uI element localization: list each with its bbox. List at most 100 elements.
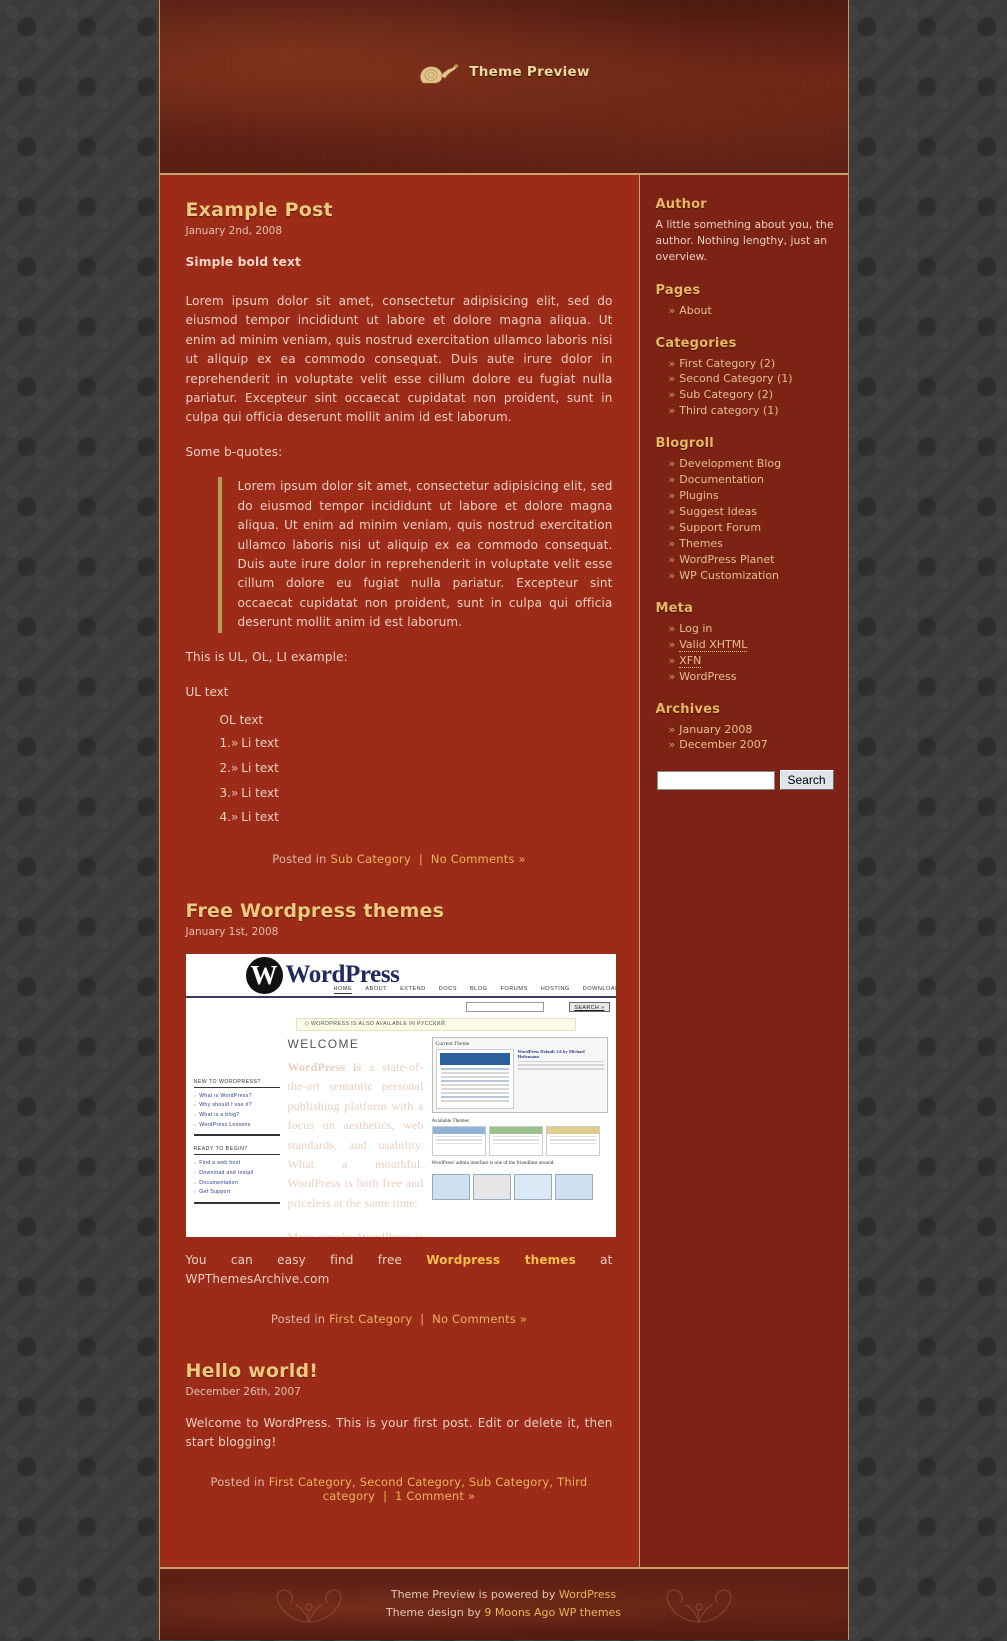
wp-new-heading: NEW TO WORDPRESS? [193, 1079, 280, 1088]
blogroll-link[interactable]: Support Forum [679, 521, 761, 534]
li-marker-icon: » [230, 760, 239, 775]
meta-link-xfn[interactable]: XFN [679, 653, 702, 668]
wp-current-theme-box: Current Theme WordPress Default 1.6 by M… [431, 1036, 608, 1113]
post2-paragraph: You can easy find free Wordpress themes … [186, 1251, 613, 1290]
blogroll-link[interactable]: Documentation [679, 473, 764, 486]
footer-line-1: Theme Preview is powered by WordPress [386, 1586, 621, 1604]
blogroll-link[interactable]: Plugins [679, 489, 718, 502]
wp-mini-screen [513, 1173, 552, 1200]
li-item: 2.» Li text [220, 756, 613, 781]
post-title[interactable]: Example Post [186, 199, 613, 221]
categories-list: » First Category (2) » Second Category (1)… [656, 356, 834, 420]
blockquote-text: Lorem ipsum dolor sit amet, consectetur … [237, 479, 613, 630]
category-link[interactable]: Sub Category [679, 388, 754, 401]
wp-nav-item: ABOUT [365, 985, 388, 992]
category-count: (1) [762, 404, 779, 418]
author-description: A little something about you, the author… [655, 218, 834, 264]
li-number: 4. [219, 810, 231, 825]
post-blockquote: Lorem ipsum dolor sit amet, consectetur … [217, 477, 613, 633]
blogroll-link[interactable]: WordPress Planet [679, 553, 774, 566]
bullet-icon: » [668, 722, 676, 736]
meta-comments-link[interactable]: No Comments » [432, 1312, 527, 1326]
blogroll-link[interactable]: Themes [679, 537, 723, 550]
meta-separator: | [383, 1488, 388, 1503]
category-link[interactable]: First Category [679, 357, 756, 370]
list-item: » Themes [669, 536, 834, 552]
wp-screenshot-strip [431, 1173, 608, 1200]
site-header: Theme Preview [159, 0, 848, 174]
wp-link: What is a blog? [194, 1111, 280, 1121]
wp-theme-description: WordPress Default 1.6 by Michael Heilema… [517, 1049, 604, 1109]
blogroll-link[interactable]: WP Customization [679, 569, 779, 582]
wp-lead: WordPress is [287, 1059, 362, 1074]
post-date: January 1st, 2008 [185, 925, 279, 938]
list-item: » Valid XHTML [669, 637, 834, 653]
wp-middle-column: WELCOME WordPress is a state-of-the-art … [288, 1037, 424, 1237]
search-input[interactable] [656, 770, 775, 790]
demo-unordered-list: UL text [186, 682, 613, 702]
footer-line-2: Theme design by 9 Moons Ago WP themes [386, 1604, 621, 1622]
li-number: 3. [219, 785, 231, 800]
archive-link[interactable]: December 2007 [679, 738, 768, 751]
bullet-icon: » [668, 489, 676, 503]
li-label: Li text [241, 736, 279, 751]
li-marker-icon: » [230, 785, 239, 800]
sidebar-heading-meta: Meta [655, 600, 694, 616]
bullet-icon: » [668, 457, 676, 471]
list-item: » Sub Category (2) [669, 387, 834, 403]
meta-comments-link[interactable]: No Comments » [431, 852, 526, 866]
list-item: » Suggest Ideas [669, 504, 834, 520]
blogroll-list: » Development Blog » Documentation » Plugin… [656, 456, 834, 584]
list-item: » WordPress [669, 669, 834, 685]
list-item: » WP Customization [669, 568, 834, 584]
main-content: Example Post January 2nd, 2008 Simple bo… [160, 175, 640, 1567]
category-link[interactable]: Second Category [679, 372, 773, 385]
ol-item-label: OL text [219, 712, 264, 727]
list-item: » About [669, 303, 834, 319]
li-number: 2. [219, 760, 231, 775]
wp-nav-item: EXTEND [400, 985, 426, 992]
blogroll-link[interactable]: Suggest Ideas [679, 505, 757, 518]
post-title[interactable]: Free Wordpress themes [186, 900, 613, 922]
meta-comments-link[interactable]: 1 Comment » [395, 1489, 475, 1503]
bullet-icon: » [668, 303, 676, 317]
post-meta: Posted in First Category | No Comments » [186, 1312, 613, 1326]
sidebar-heading-blogroll: Blogroll [655, 436, 714, 452]
sidebar-link-about[interactable]: About [679, 304, 712, 317]
meta-category-link[interactable]: First Category [329, 1312, 412, 1326]
bullet-icon: » [668, 505, 676, 519]
bullet-icon: » [668, 738, 676, 752]
wp-available-caption: Available Themes [431, 1117, 469, 1124]
list-item: » WordPress Planet [669, 552, 834, 568]
footer-designer-link[interactable]: 9 Moons Ago WP themes [484, 1606, 621, 1619]
sidebar-heading-archives: Archives [655, 701, 721, 717]
header-inner: Theme Preview [160, 56, 848, 88]
li-item: 1.» Li text [220, 731, 613, 756]
footer-ornament-right-icon [666, 1589, 731, 1623]
search-form: Search [656, 770, 834, 791]
sidebar-heading-author: Author [655, 197, 707, 212]
list-intro: This is UL, OL, LI example: [185, 649, 348, 664]
bullet-icon: » [668, 372, 676, 386]
quote-intro: Some b-quotes: [185, 444, 283, 459]
post-title[interactable]: Hello world! [186, 1360, 613, 1382]
meta-link-valid-xhtml[interactable]: Valid XHTML [679, 637, 748, 652]
list-item: » Documentation [669, 472, 834, 488]
post-meta: Posted in Sub Category | No Comments » [186, 852, 613, 866]
wordpress-themes-link[interactable]: Wordpress themes [426, 1253, 576, 1267]
wp-para1-rest: a state-of-the-art semantic personal pub… [287, 1059, 424, 1210]
bullet-icon: » [668, 388, 676, 402]
wordpress-w-icon: W [245, 956, 283, 994]
bullet-icon: » [668, 521, 676, 534]
wp-link: WordPress Lessons [194, 1121, 280, 1131]
meta-link-wordpress[interactable]: WordPress [679, 670, 736, 683]
content-wrap: Example Post January 2nd, 2008 Simple bo… [159, 174, 848, 1568]
search-button[interactable]: Search [779, 770, 834, 791]
wp-theme-card [545, 1125, 600, 1156]
footer-wordpress-link[interactable]: WordPress [559, 1588, 616, 1601]
blogroll-link[interactable]: Development Blog [679, 457, 781, 470]
meta-category-link[interactable]: Sub Category [331, 852, 411, 866]
meta-link-login[interactable]: Log in [679, 622, 712, 635]
archive-link[interactable]: January 2008 [679, 723, 752, 736]
category-link[interactable]: Third category [679, 404, 759, 417]
